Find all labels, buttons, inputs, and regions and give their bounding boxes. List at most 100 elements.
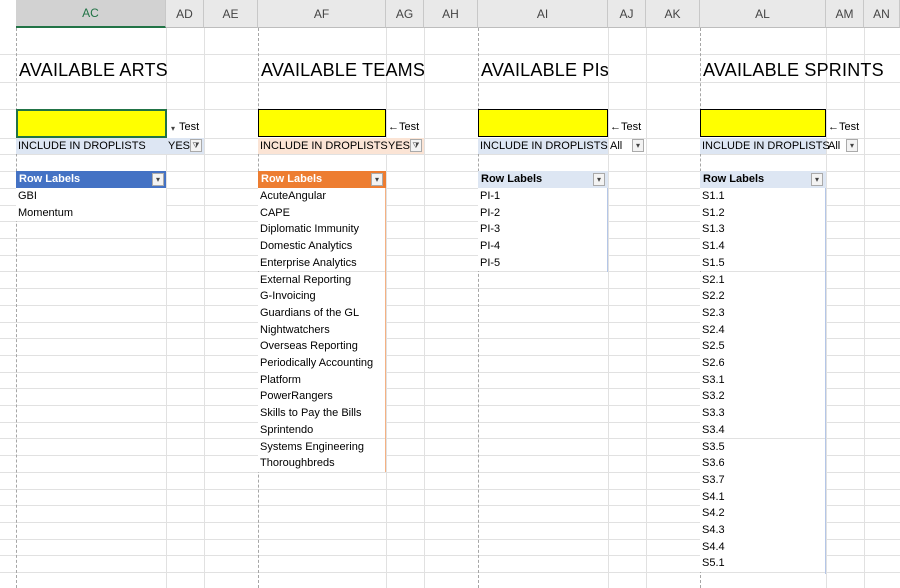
arts-include-label: INCLUDE IN DROPLISTS: [18, 140, 146, 152]
column-header-aj[interactable]: AJ: [608, 0, 646, 28]
chevron-down-icon[interactable]: ▾: [632, 139, 644, 152]
list-item[interactable]: S4.4: [700, 538, 826, 556]
list-item[interactable]: S1.1: [700, 188, 826, 205]
list-item[interactable]: Momentum: [16, 204, 166, 222]
chevron-down-icon[interactable]: ▾: [371, 173, 383, 186]
list-item[interactable]: S4.1: [700, 488, 826, 506]
list-item[interactable]: Guardians of the GL: [258, 304, 386, 322]
list-item[interactable]: External Reporting: [258, 271, 386, 289]
list-item[interactable]: Periodically Accounting: [258, 355, 386, 372]
title-pis: AVAILABLE PIs: [481, 60, 609, 80]
teams-filter-value: YES: [388, 140, 411, 152]
title-sprints: AVAILABLE SPRINTS: [703, 60, 884, 80]
list-item[interactable]: G-Invoicing: [258, 288, 386, 305]
chevron-down-icon[interactable]: ▾: [152, 173, 164, 186]
list-item[interactable]: AcuteAngular: [258, 188, 386, 205]
dropdown-arrow-icon[interactable]: ▾: [167, 123, 179, 136]
teams-pivot-border: [385, 188, 386, 472]
column-header-ah[interactable]: AH: [424, 0, 478, 28]
row-gridline: [0, 572, 900, 573]
list-item[interactable]: S2.1: [700, 271, 826, 289]
list-item[interactable]: PI-1: [478, 188, 608, 205]
column-header-ag[interactable]: AG: [386, 0, 424, 28]
list-item[interactable]: S3.5: [700, 438, 826, 456]
list-item[interactable]: S2.4: [700, 321, 826, 339]
gridline: [646, 28, 647, 588]
arts-row-labels-header: Row Labels: [16, 171, 166, 188]
sprints-row-labels-text: Row Labels: [703, 173, 765, 185]
filter-funnel-icon[interactable]: ⧩: [410, 139, 422, 152]
list-item[interactable]: Nightwatchers: [258, 321, 386, 339]
list-item[interactable]: S4.2: [700, 505, 826, 522]
pis-include-label: INCLUDE IN DROPLISTS: [480, 140, 608, 152]
list-item[interactable]: Diplomatic Immunity: [258, 221, 386, 239]
chevron-down-icon[interactable]: ▾: [593, 173, 605, 186]
list-item[interactable]: S3.4: [700, 421, 826, 439]
list-item[interactable]: S1.2: [700, 204, 826, 222]
chevron-down-icon[interactable]: ▾: [811, 173, 823, 186]
list-item[interactable]: S2.3: [700, 304, 826, 322]
filter-funnel-icon[interactable]: ⧩: [190, 139, 202, 152]
gridline: [204, 28, 205, 588]
list-item[interactable]: Platform: [258, 371, 386, 389]
list-item[interactable]: S1.5: [700, 254, 826, 272]
list-item[interactable]: PI-4: [478, 238, 608, 255]
gridline: [826, 28, 827, 588]
list-item[interactable]: Skills to Pay the Bills: [258, 405, 386, 422]
pis-test-label: ←Test: [610, 121, 642, 133]
list-item[interactable]: Sprintendo: [258, 421, 386, 439]
list-item[interactable]: S5.1: [700, 555, 826, 573]
list-item[interactable]: S1.4: [700, 238, 826, 255]
spreadsheet-grid[interactable]: AC AD AE AF AG AH AI AJ AK AL AM AN AVAI…: [0, 0, 900, 588]
teams-row-labels-header: Row Labels: [258, 171, 386, 188]
list-item[interactable]: S1.3: [700, 221, 826, 239]
list-item[interactable]: PI-5: [478, 254, 608, 272]
list-item[interactable]: S3.3: [700, 405, 826, 422]
sprints-input-cell[interactable]: [700, 109, 826, 137]
column-header-af[interactable]: AF: [258, 0, 386, 28]
column-header-am[interactable]: AM: [826, 0, 864, 28]
list-item[interactable]: Enterprise Analytics: [258, 254, 386, 272]
arts-filter-value: YES: [168, 140, 191, 152]
list-item[interactable]: S3.6: [700, 455, 826, 472]
list-item[interactable]: Overseas Reporting: [258, 338, 386, 355]
pis-row-labels-header: Row Labels: [478, 171, 608, 188]
sprints-include-label: INCLUDE IN DROPLISTS: [702, 140, 830, 152]
list-item[interactable]: S2.5: [700, 338, 826, 355]
title-teams: AVAILABLE TEAMS: [261, 60, 426, 80]
sprints-pivot-border: [825, 188, 826, 574]
column-header-ak[interactable]: AK: [646, 0, 700, 28]
chevron-down-icon[interactable]: ▾: [846, 139, 858, 152]
column-header-al[interactable]: AL: [700, 0, 826, 28]
column-header-ad[interactable]: AD: [166, 0, 204, 28]
list-item[interactable]: S2.2: [700, 288, 826, 305]
pis-input-cell[interactable]: [478, 109, 608, 137]
column-header-ae[interactable]: AE: [204, 0, 258, 28]
list-item[interactable]: PI-3: [478, 221, 608, 239]
list-item[interactable]: Thoroughbreds: [258, 455, 386, 472]
row-gridline: [0, 82, 900, 83]
sprints-row-labels-header: Row Labels: [700, 171, 826, 188]
pis-filter-value: All: [610, 140, 623, 152]
list-item[interactable]: S2.6: [700, 355, 826, 372]
teams-include-label: INCLUDE IN DROPLISTS: [260, 140, 388, 152]
arts-row-labels-text: Row Labels: [19, 173, 81, 185]
teams-input-cell[interactable]: [258, 109, 386, 137]
column-header-ai[interactable]: AI: [478, 0, 608, 28]
arts-input-cell[interactable]: [16, 109, 167, 138]
list-item[interactable]: Domestic Analytics: [258, 238, 386, 255]
gridline: [386, 28, 387, 588]
list-item[interactable]: S3.7: [700, 471, 826, 489]
list-item[interactable]: S3.1: [700, 371, 826, 389]
teams-test-label: ←Test: [388, 121, 420, 133]
list-item[interactable]: Systems Engineering: [258, 438, 386, 456]
list-item[interactable]: PowerRangers: [258, 388, 386, 406]
list-item[interactable]: S4.3: [700, 522, 826, 539]
column-header-ac[interactable]: AC: [16, 0, 166, 28]
list-item[interactable]: CAPE: [258, 204, 386, 222]
list-item[interactable]: PI-2: [478, 204, 608, 222]
list-item[interactable]: S3.2: [700, 388, 826, 406]
row-gridline: [0, 154, 900, 155]
list-item[interactable]: GBI: [16, 188, 166, 205]
column-header-an[interactable]: AN: [864, 0, 900, 28]
